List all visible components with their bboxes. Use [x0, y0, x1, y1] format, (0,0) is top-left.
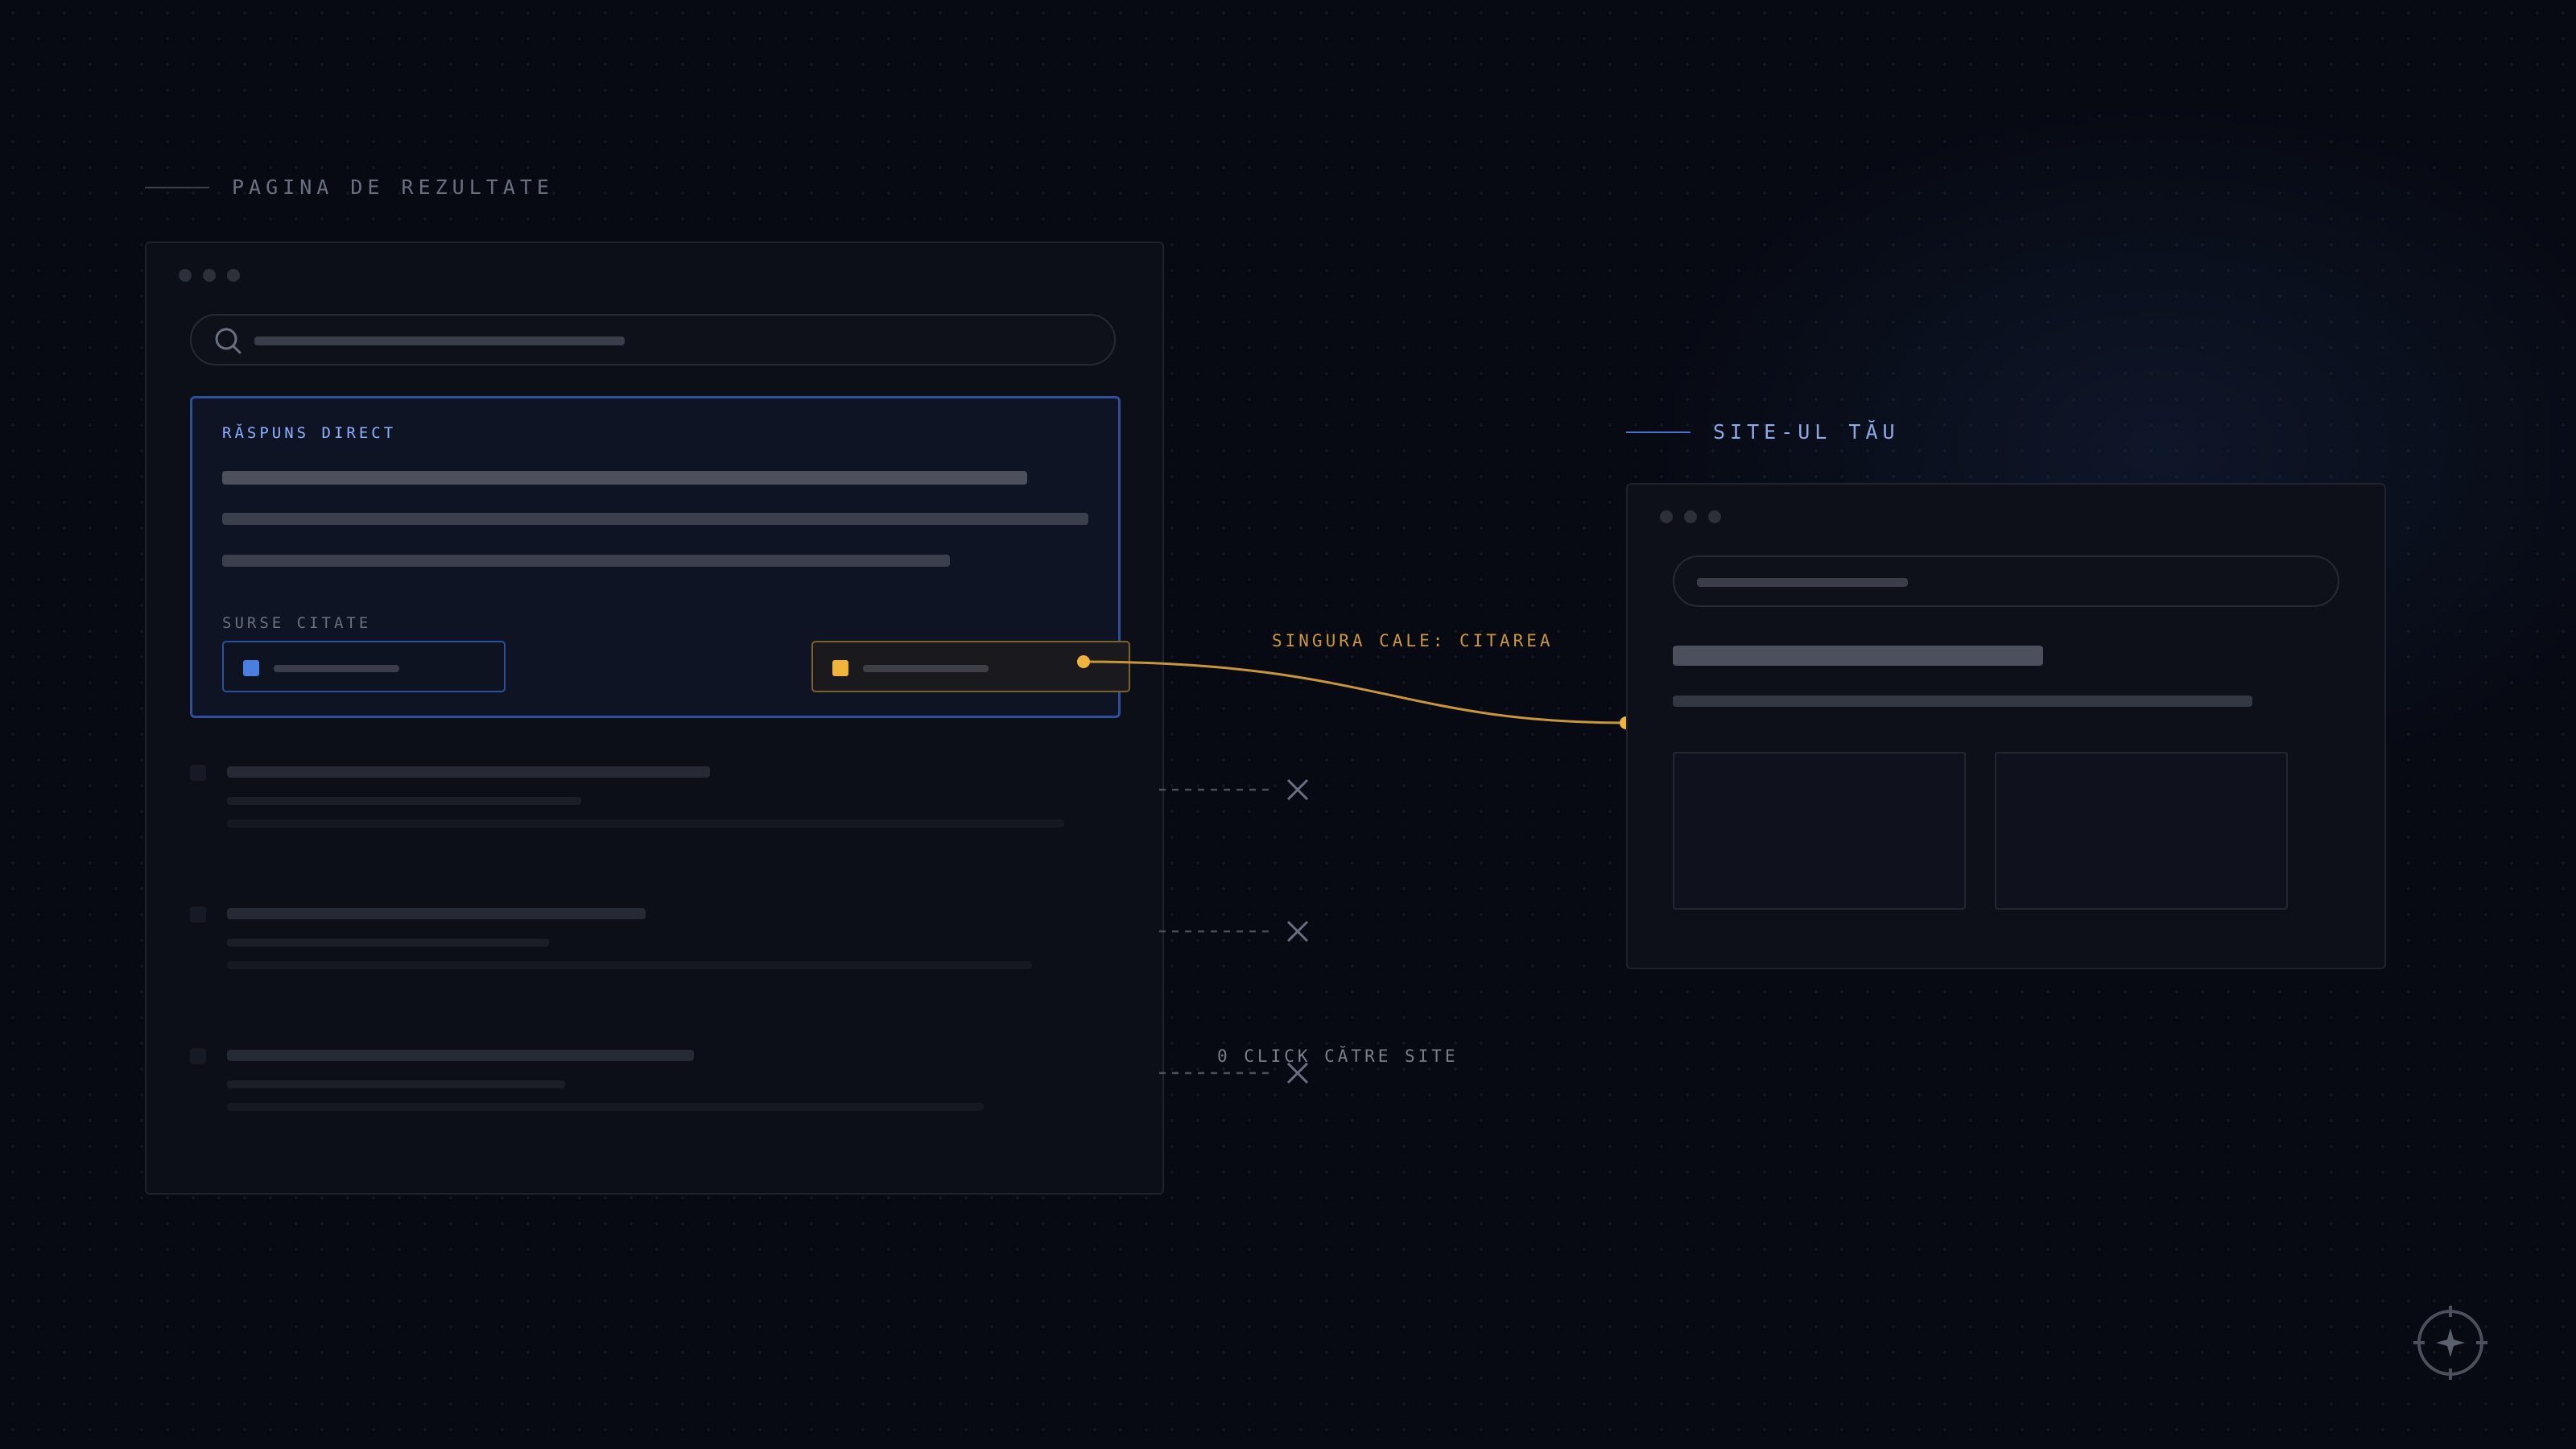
window-dot	[1708, 510, 1721, 523]
citation-start-node	[1077, 655, 1090, 668]
compass-icon	[2413, 1306, 2487, 1380]
window-controls	[1660, 510, 1721, 523]
diagram-canvas: PAGINA DE REZULTATE RĂSPUNS DIRECT SURSE…	[0, 0, 2576, 1449]
window-dot	[1660, 510, 1673, 523]
only-path-annotation: SINGURA CALE: CITAREA	[1272, 631, 1554, 650]
window-dot	[1684, 510, 1697, 523]
zero-clicks-annotation: 0 CLICK CĂTRE SITE	[1217, 1046, 1459, 1066]
site-content-card[interactable]	[1673, 752, 1966, 910]
site-subtitle	[1673, 696, 2252, 707]
site-url-placeholder	[1697, 578, 1908, 587]
close-icon	[1286, 920, 1309, 943]
site-heading	[1673, 646, 2043, 666]
site-content-card[interactable]	[1995, 752, 2288, 910]
your-site-label: SITE-UL TĂU	[1626, 420, 1900, 444]
label-rule	[1626, 431, 1690, 433]
site-address-bar[interactable]	[1673, 555, 2339, 607]
citation-path	[1083, 660, 1627, 724]
your-site-title: SITE-UL TĂU	[1713, 420, 1900, 444]
close-icon	[1286, 778, 1309, 801]
